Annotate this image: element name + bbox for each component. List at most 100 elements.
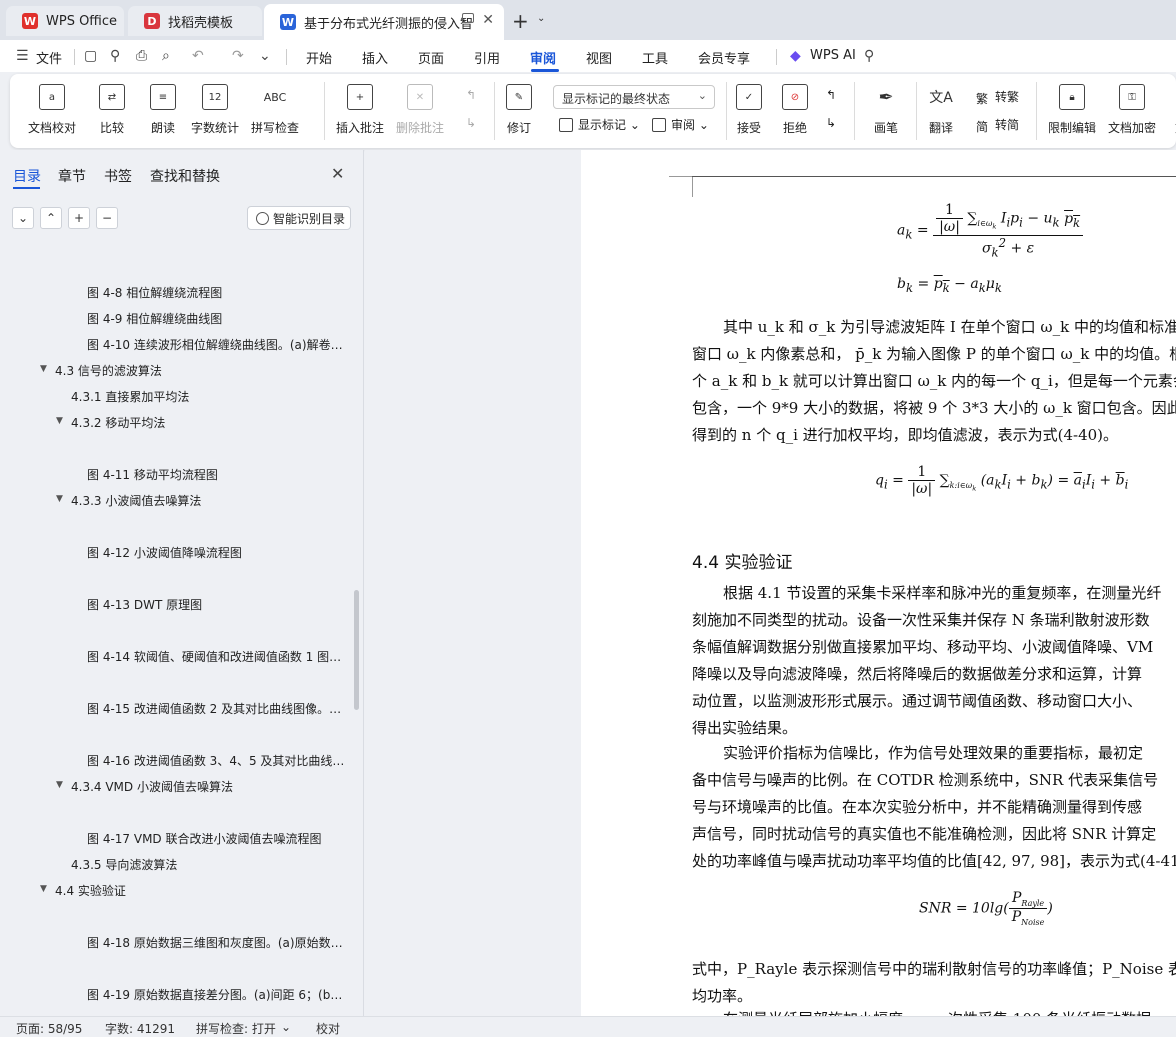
translate-button[interactable]: 文A 翻译: [928, 84, 954, 136]
toc-item[interactable]: 图 4-17 VMD 联合改进小波阈值去噪流程图: [87, 830, 345, 847]
remove-heading-button[interactable]: −: [96, 207, 118, 229]
toc-item[interactable]: 4.3.5 导向滤波算法: [71, 856, 345, 873]
paragraph-line: 包含，一个 9*9 大小的数据，将被 9 个 3*3 大小的 ω_k 窗口包含。…: [692, 399, 1176, 417]
expand-arrow-icon[interactable]: ▼: [56, 780, 63, 790]
toc-item[interactable]: 4.3.4 VMD 小波阈值去噪算法: [71, 778, 345, 795]
word-count-indicator[interactable]: 字数: 41291: [105, 1020, 175, 1037]
share-icon[interactable]: ⚲: [110, 48, 120, 64]
spell-check-status[interactable]: 拼写检查: 打开: [196, 1020, 276, 1037]
more-button-truncated[interactable]: 文: [1168, 84, 1176, 136]
menu-view[interactable]: 视图: [586, 48, 612, 67]
spell-check-icon: ABC: [263, 90, 287, 104]
toc-item[interactable]: 图 4-16 改进阈值函数 3、4、5 及其对比曲线图像: [87, 752, 345, 769]
page-indicator[interactable]: 页面: 58/95: [16, 1020, 82, 1037]
smart-toc-button[interactable]: 智能识别目录: [247, 206, 351, 230]
wps-ai-icon[interactable]: ◆: [790, 48, 801, 64]
menu-review[interactable]: 审阅: [530, 48, 556, 67]
toc-item[interactable]: 图 4-9 相位解缠绕曲线图: [87, 310, 345, 327]
print-preview-icon[interactable]: ⌕: [162, 48, 170, 64]
window-mode-icon[interactable]: [462, 13, 474, 23]
print-icon[interactable]: ⎙: [136, 48, 147, 64]
markup-mode-select[interactable]: 显示标记的最终状态 ⌄: [553, 85, 715, 109]
delete-comment-button[interactable]: ✕ 删除批注: [396, 84, 444, 136]
restrict-edit-button[interactable]: 🔒︎ 限制编辑: [1048, 84, 1096, 136]
toc-item[interactable]: 4.3.3 小波阈值去噪算法: [71, 492, 345, 509]
toc-item[interactable]: 图 4-14 软阈值、硬阈值和改进阈值函数 1 图像及其对比: [87, 648, 345, 665]
expand-arrow-icon[interactable]: ▼: [40, 364, 47, 374]
tab-current-document[interactable]: W 基于分布式光纤测振的侵入智能识别 ✕: [264, 4, 504, 40]
toc-item[interactable]: 图 4-11 移动平均流程图: [87, 466, 345, 483]
document-area[interactable]: ak = 1 |ω| ∑i∈ωk Iipi − uk pk σk2 + ε bk …: [365, 150, 1176, 1016]
to-traditional-button[interactable]: 繁 转繁: [976, 88, 1019, 106]
redo-icon[interactable]: ↷: [232, 48, 244, 64]
doc-encrypt-button[interactable]: ⚿ 文档加密: [1108, 84, 1156, 136]
tab-daoke-template[interactable]: D 找稻壳模板: [128, 6, 262, 36]
menu-references[interactable]: 引用: [474, 48, 500, 67]
insert-comment-button[interactable]: + 插入批注: [336, 84, 384, 136]
expand-arrow-icon[interactable]: ▼: [56, 494, 63, 504]
prev-comment-icon[interactable]: ↰: [466, 88, 476, 102]
toc-item[interactable]: 4.3 信号的滤波算法: [55, 362, 345, 379]
toc-item[interactable]: 4.4 实验验证: [55, 882, 345, 899]
proofread-status[interactable]: 校对: [316, 1020, 340, 1037]
nav-scrollbar[interactable]: [354, 590, 359, 710]
expand-arrow-icon[interactable]: ▼: [40, 884, 47, 894]
insert-comment-icon: +: [347, 84, 373, 110]
search-icon[interactable]: ⚲: [864, 48, 874, 64]
new-tab-plus-icon[interactable]: +: [512, 9, 529, 33]
toc-item[interactable]: 图 4-12 小波阈值降噪流程图: [87, 544, 345, 561]
read-aloud-button[interactable]: ≡ 朗读: [150, 84, 176, 136]
spell-check-button[interactable]: ABC 拼写检查: [251, 84, 299, 136]
add-heading-button[interactable]: +: [68, 207, 90, 229]
close-icon[interactable]: ✕: [482, 12, 494, 28]
document-page[interactable]: ak = 1 |ω| ∑i∈ωk Iipi − uk pk σk2 + ε bk …: [581, 150, 1176, 1016]
chevron-down-icon[interactable]: ⌄: [281, 1020, 291, 1034]
toc-item[interactable]: 图 4-8 相位解缠绕流程图: [87, 284, 345, 301]
to-simplified-button[interactable]: 简 转简: [976, 116, 1019, 134]
menu-member[interactable]: 会员专享: [698, 48, 750, 67]
hamburger-menu-icon[interactable]: ☰: [16, 48, 29, 64]
tab-wps-office[interactable]: W WPS Office: [6, 6, 124, 36]
menu-file[interactable]: 文件: [36, 48, 62, 67]
menu-wps-ai[interactable]: WPS AI: [810, 48, 856, 63]
tab-bookmarks[interactable]: 书签: [104, 166, 132, 186]
revise-button[interactable]: ✎ 修订: [506, 84, 532, 136]
collapse-down-button[interactable]: ⌄: [12, 207, 34, 229]
menu-tools[interactable]: 工具: [642, 48, 668, 67]
toc-item[interactable]: 图 4-18 原始数据三维图和灰度图。(a)原始数据三维图；(b)灰度图: [87, 934, 345, 951]
review-pane-button[interactable]: 审阅 ⌄: [652, 116, 709, 133]
button-label: 显示标记: [578, 118, 627, 132]
reject-button[interactable]: ⊘ 拒绝: [782, 84, 808, 136]
undo-icon[interactable]: ↶: [192, 48, 204, 64]
prev-change-icon[interactable]: ↰: [826, 88, 836, 102]
tab-toc[interactable]: 目录: [13, 166, 41, 186]
toc-item[interactable]: 图 4-13 DWT 原理图: [87, 596, 345, 613]
show-markup-button[interactable]: 显示标记 ⌄: [559, 116, 640, 133]
select-value: 显示标记的最终状态: [562, 92, 671, 106]
close-icon[interactable]: ✕: [331, 164, 344, 183]
tab-chapters[interactable]: 章节: [58, 166, 86, 186]
button-label: 插入批注: [336, 121, 385, 135]
menu-home[interactable]: 开始: [306, 48, 332, 67]
doc-check-button[interactable]: a 文档校对: [28, 84, 76, 136]
next-comment-icon[interactable]: ↳: [466, 116, 476, 130]
expand-up-button[interactable]: ⌃: [40, 207, 62, 229]
menu-page[interactable]: 页面: [418, 48, 444, 67]
save-icon[interactable]: ▢: [84, 48, 97, 64]
toc-item[interactable]: 图 4-19 原始数据直接差分图。(a)间距 6；(b)间距 12: [87, 986, 345, 1003]
toc-item[interactable]: 图 4-10 连续波形相位解缠绕曲线图。(a)解卷绕前；(b)解卷绕后: [87, 336, 345, 353]
pen-button[interactable]: ✒ 画笔: [873, 84, 899, 136]
more-chevron-icon[interactable]: ⌄: [259, 48, 271, 64]
tab-label: 找稻壳模板: [168, 15, 234, 31]
tab-find-replace[interactable]: 查找和替换: [150, 166, 220, 186]
expand-arrow-icon[interactable]: ▼: [56, 416, 63, 426]
toc-item[interactable]: 4.3.1 直接累加平均法: [71, 388, 345, 405]
toc-item[interactable]: 图 4-15 改进阈值函数 2 及其对比曲线图像。(a)(b): [87, 700, 345, 717]
next-change-icon[interactable]: ↳: [826, 116, 836, 130]
menu-insert[interactable]: 插入: [362, 48, 388, 67]
accept-button[interactable]: ✓ 接受: [736, 84, 762, 136]
toc-item[interactable]: 4.3.2 移动平均法: [71, 414, 345, 431]
word-count-button[interactable]: 12 字数统计: [191, 84, 239, 136]
compare-button[interactable]: ⇄ 比较: [99, 84, 125, 136]
chevron-down-icon[interactable]: ⌄: [537, 13, 545, 24]
